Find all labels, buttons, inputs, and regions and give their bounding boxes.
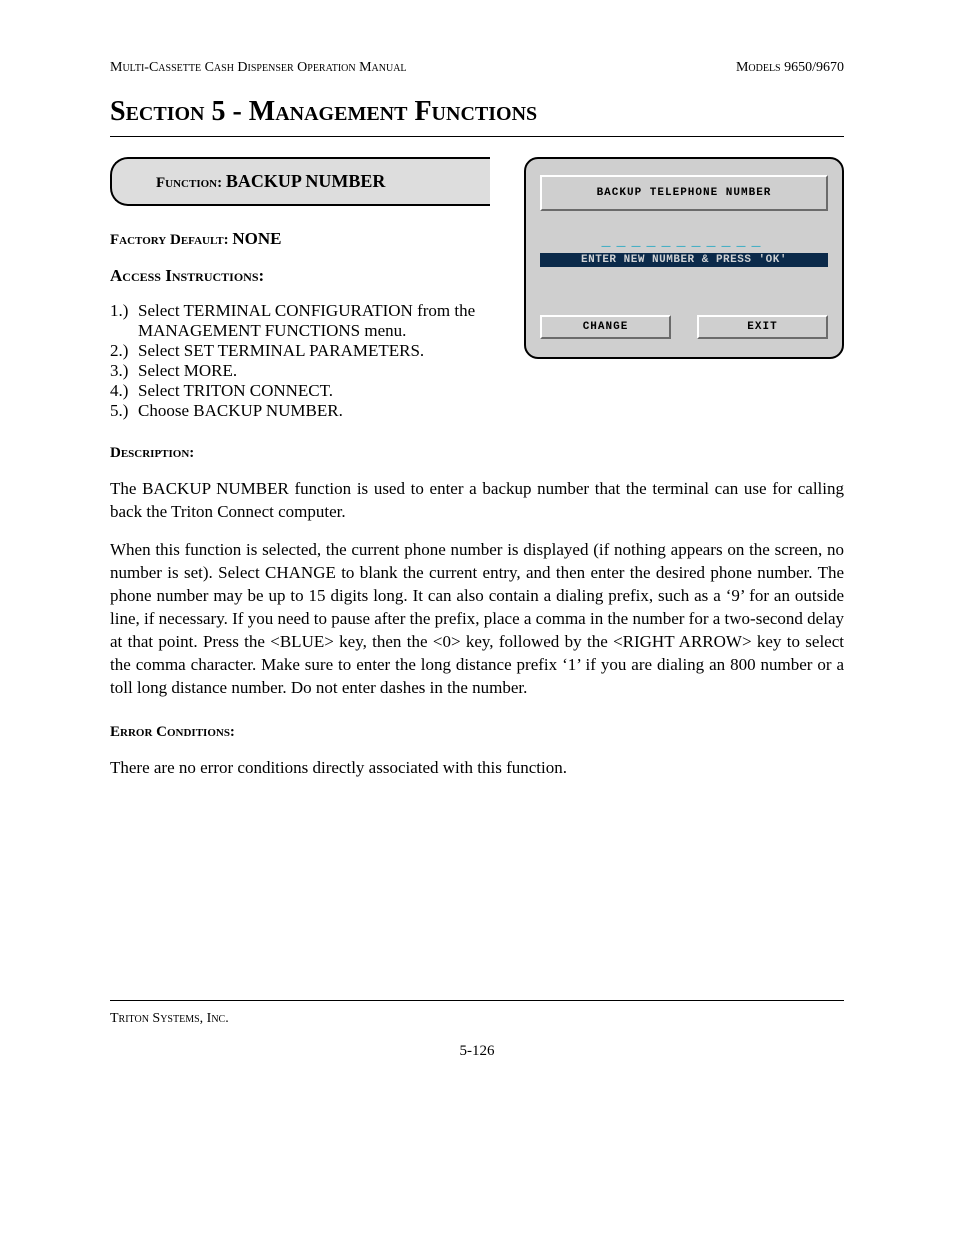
left-column: Function: BACKUP NUMBER Factory Default:… <box>110 157 514 421</box>
step-text: Choose BACKUP NUMBER. <box>138 401 343 421</box>
step-text: Select TRITON CONNECT. <box>138 381 333 401</box>
step-text: Select MORE. <box>138 361 237 381</box>
access-steps: 1.)Select TERMINAL CONFIGURATION from th… <box>110 301 514 421</box>
description-label: Description: <box>110 445 844 462</box>
description-para-2: When this function is selected, the curr… <box>110 539 844 700</box>
step: 4.)Select TRITON CONNECT. <box>110 381 514 401</box>
factory-default-value: NONE <box>232 229 281 248</box>
header-right: Models 9650/9670 <box>736 60 844 76</box>
description-para-1: The BACKUP NUMBER function is used to en… <box>110 478 844 524</box>
function-value: BACKUP NUMBER <box>226 171 386 191</box>
running-header: Multi-Cassette Cash Dispenser Operation … <box>110 60 844 76</box>
factory-default-label: Factory Default: <box>110 232 232 248</box>
terminal-screenshot: BACKUP TELEPHONE NUMBER ___________ ENTE… <box>524 157 844 359</box>
factory-default: Factory Default: NONE <box>110 228 514 251</box>
terminal-button-row: CHANGE EXIT <box>540 315 828 339</box>
error-conditions-text: There are no error conditions directly a… <box>110 757 844 780</box>
step-text: Select SET TERMINAL PARAMETERS. <box>138 341 424 361</box>
header-left: Multi-Cassette Cash Dispenser Operation … <box>110 60 407 76</box>
footer-rule <box>110 1000 844 1001</box>
page: Multi-Cassette Cash Dispenser Operation … <box>0 0 954 1090</box>
step: 3.)Select MORE. <box>110 361 514 381</box>
step-text: Select TERMINAL CONFIGURATION from the M… <box>138 301 514 341</box>
terminal-title: BACKUP TELEPHONE NUMBER <box>540 175 828 211</box>
two-column-region: Function: BACKUP NUMBER Factory Default:… <box>110 157 844 421</box>
page-number: 5-126 <box>110 1043 844 1060</box>
section-title: Section 5 - Management Functions <box>110 96 844 128</box>
exit-button[interactable]: EXIT <box>697 315 828 339</box>
step: 5.)Choose BACKUP NUMBER. <box>110 401 514 421</box>
change-button[interactable]: CHANGE <box>540 315 671 339</box>
footer-company: Triton Systems, Inc. <box>110 1011 844 1027</box>
step: 1.)Select TERMINAL CONFIGURATION from th… <box>110 301 514 341</box>
function-banner: Function: BACKUP NUMBER <box>110 157 490 206</box>
step: 2.)Select SET TERMINAL PARAMETERS. <box>110 341 514 361</box>
rule <box>110 136 844 137</box>
error-conditions-label: Error Conditions: <box>110 724 844 741</box>
terminal-input-field[interactable]: ___________ <box>540 233 828 249</box>
function-label: Function: <box>156 175 226 191</box>
terminal-instruction: ENTER NEW NUMBER & PRESS 'OK' <box>540 253 828 267</box>
access-instructions-label: Access Instructions: <box>110 265 514 287</box>
